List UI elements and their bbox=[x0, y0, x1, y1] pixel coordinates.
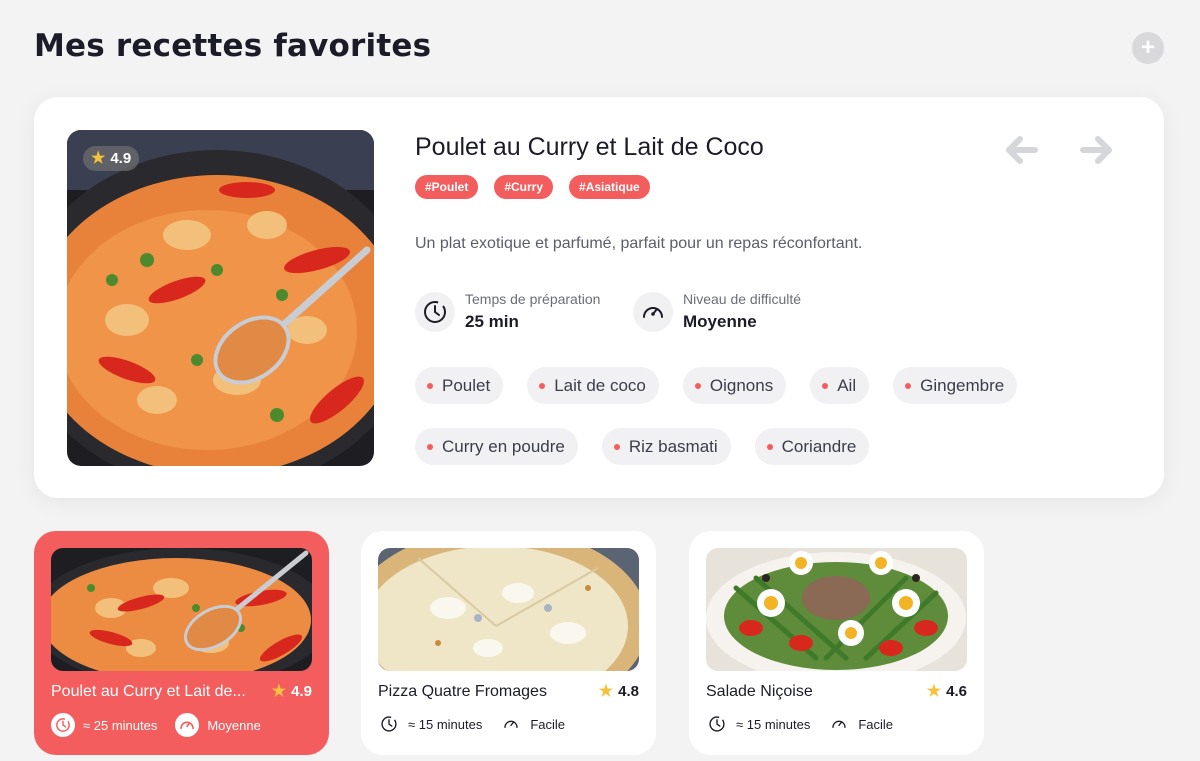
bullet-icon bbox=[427, 382, 433, 389]
recipe-card-rating-value: 4.9 bbox=[291, 683, 312, 700]
plus-icon: + bbox=[1140, 34, 1155, 61]
star-icon: ★ bbox=[926, 682, 942, 700]
star-icon: ★ bbox=[598, 682, 614, 700]
featured-rating-badge: ★ 4.9 bbox=[83, 146, 140, 171]
bullet-icon bbox=[905, 382, 912, 389]
bullet-icon bbox=[427, 443, 433, 450]
gauge-icon bbox=[633, 291, 673, 332]
recipe-card-time: ≈ 25 minutes bbox=[83, 717, 158, 733]
recipe-card-pizza[interactable]: Pizza Quatre Fromages ★ 4.8 ≈ 15 minutes… bbox=[361, 531, 656, 755]
ingredient-label: Oignons bbox=[709, 375, 774, 395]
recipe-card-rating: ★ 4.9 bbox=[272, 683, 312, 700]
ingredient-label: Ail bbox=[837, 375, 857, 395]
featured-rating-value: 4.9 bbox=[110, 150, 132, 167]
recipe-card-difficulty: Moyenne bbox=[207, 717, 261, 733]
ingredient-chip[interactable]: Oignons bbox=[682, 367, 787, 404]
tag-curry[interactable]: #Curry bbox=[494, 175, 554, 199]
ingredient-label: Gingembre bbox=[920, 375, 1005, 395]
recipe-card-title: Poulet au Curry et Lait de... bbox=[51, 683, 246, 700]
featured-recipe-title: Poulet au Curry et Lait de Coco bbox=[415, 133, 764, 161]
recipe-card-rating: ★ 4.6 bbox=[927, 683, 967, 700]
gauge-icon bbox=[175, 713, 200, 737]
bullet-icon bbox=[613, 443, 620, 450]
recipe-card-rating-value: 4.6 bbox=[946, 683, 967, 700]
recipe-card-title: Pizza Quatre Fromages bbox=[378, 683, 547, 700]
bullet-icon bbox=[822, 382, 829, 389]
recipe-card-meta: ≈ 15 minutes Facile bbox=[378, 713, 565, 735]
ingredient-label: Curry en poudre bbox=[442, 436, 565, 456]
ingredient-label: Riz basmati bbox=[628, 436, 718, 456]
ingredient-chip[interactable]: Lait de coco bbox=[527, 367, 659, 404]
recipe-card-image bbox=[51, 548, 312, 671]
star-icon: ★ bbox=[91, 149, 106, 167]
bullet-icon bbox=[766, 443, 773, 450]
recipe-card-meta: ≈ 15 minutes Facile bbox=[706, 713, 893, 735]
clock-icon bbox=[378, 713, 400, 735]
tag-list: #Poulet #Curry #Asiatique bbox=[415, 175, 650, 199]
ingredient-chip[interactable]: Poulet bbox=[415, 367, 504, 404]
featured-description: Un plat exotique et parfumé, parfait pou… bbox=[415, 235, 863, 252]
ingredient-chip[interactable]: Curry en poudre bbox=[415, 428, 578, 465]
ingredient-chip[interactable]: Riz basmati bbox=[601, 428, 731, 465]
recipe-card-time: ≈ 15 minutes bbox=[736, 716, 811, 732]
gauge-icon bbox=[828, 713, 850, 735]
recipe-card-salade[interactable]: Salade Niçoise ★ 4.6 ≈ 15 minutes Facile bbox=[689, 531, 984, 755]
recipe-card-difficulty: Facile bbox=[858, 716, 894, 732]
difficulty-label: Niveau de difficulté bbox=[683, 291, 802, 307]
ingredient-chip[interactable]: Coriandre bbox=[754, 428, 870, 465]
page-title: Mes recettes favorites bbox=[34, 28, 432, 64]
difficulty-info: Niveau de difficulté Moyenne bbox=[633, 291, 801, 332]
tag-poulet[interactable]: #Poulet bbox=[415, 175, 479, 199]
recipe-card-rating-value: 4.8 bbox=[618, 683, 639, 700]
add-recipe-button[interactable]: + bbox=[1132, 32, 1164, 64]
recipe-card-difficulty: Facile bbox=[530, 716, 566, 732]
ingredient-list: Poulet Lait de coco Oignons Ail Gingembr… bbox=[415, 367, 1095, 465]
star-icon: ★ bbox=[271, 682, 287, 700]
clock-icon bbox=[51, 713, 75, 737]
prep-time-info: Temps de préparation 25 min bbox=[415, 291, 600, 332]
ingredient-label: Lait de coco bbox=[554, 375, 646, 395]
prep-time-label: Temps de préparation bbox=[465, 291, 601, 307]
recipe-card-title: Salade Niçoise bbox=[706, 683, 813, 700]
recipe-card-rating: ★ 4.8 bbox=[599, 683, 639, 700]
recipe-card-image bbox=[378, 548, 639, 671]
recipe-card-curry[interactable]: Poulet au Curry et Lait de... ★ 4.9 ≈ 25… bbox=[34, 531, 329, 755]
featured-recipe-card: ★ 4.9 Poulet au Curry et Lait de Coco #P… bbox=[34, 97, 1164, 498]
prep-time-value: 25 min bbox=[465, 312, 519, 331]
bullet-icon bbox=[694, 382, 701, 389]
recipe-card-image bbox=[706, 548, 967, 671]
clock-icon bbox=[415, 291, 455, 332]
ingredient-label: Poulet bbox=[442, 375, 491, 395]
arrow-right-icon[interactable] bbox=[1080, 135, 1114, 165]
recipe-card-meta: ≈ 25 minutes Moyenne bbox=[51, 713, 261, 737]
arrow-left-icon[interactable] bbox=[1004, 135, 1038, 165]
featured-recipe-image: ★ 4.9 bbox=[67, 130, 374, 466]
recipe-card-time: ≈ 15 minutes bbox=[408, 716, 483, 732]
ingredient-label: Coriandre bbox=[781, 436, 857, 456]
bullet-icon bbox=[539, 382, 546, 389]
ingredient-chip[interactable]: Ail bbox=[810, 367, 870, 404]
tag-asiatique[interactable]: #Asiatique bbox=[569, 175, 650, 199]
ingredient-chip[interactable]: Gingembre bbox=[893, 367, 1018, 404]
clock-icon bbox=[706, 713, 728, 735]
gauge-icon bbox=[500, 713, 522, 735]
difficulty-value: Moyenne bbox=[683, 312, 757, 331]
